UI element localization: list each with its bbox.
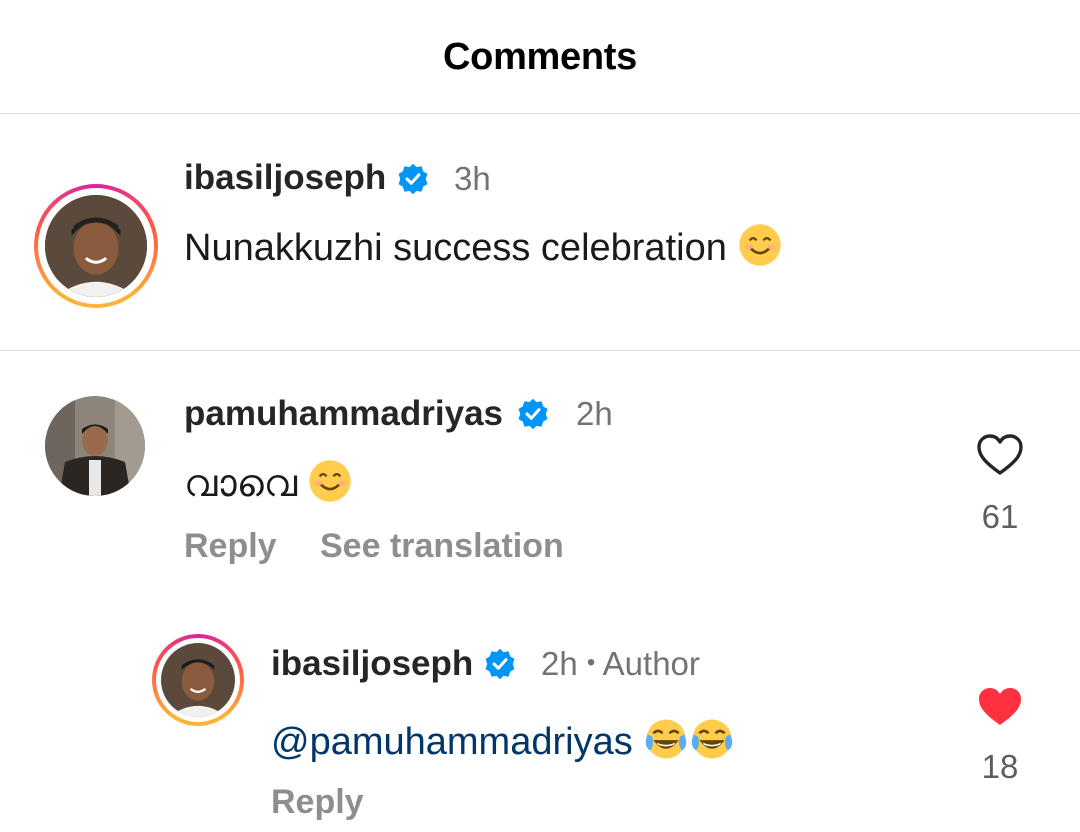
author-label: Author — [602, 645, 700, 682]
caption-username[interactable]: ibasiljoseph — [184, 158, 386, 198]
heart-filled-icon[interactable] — [976, 684, 1024, 728]
avatar — [161, 643, 235, 717]
comment-text: വാവെ — [184, 458, 353, 506]
reply-time: 2h — [541, 645, 578, 682]
face-with-tears-of-joy-emoji-icon — [645, 719, 686, 759]
caption-time: 3h — [454, 160, 491, 197]
heart-outline-icon[interactable] — [976, 432, 1024, 476]
story-ring-avatar[interactable] — [34, 184, 158, 308]
avatar — [45, 195, 147, 297]
reply-username[interactable]: ibasiljoseph — [271, 644, 473, 684]
like-count: 18 — [981, 748, 1019, 785]
see-translation-button[interactable]: See translation — [320, 527, 564, 566]
page-title: Comments — [443, 36, 637, 78]
reply-meta: 2h • Author — [541, 645, 700, 683]
divider — [0, 350, 1080, 351]
mention-link[interactable]: @pamuhammadriyas — [271, 721, 633, 763]
avatar[interactable] — [45, 396, 145, 496]
comment-username[interactable]: pamuhammadriyas — [184, 394, 503, 434]
comments-header: Comments — [0, 0, 1080, 114]
story-ring-avatar[interactable] — [152, 634, 244, 726]
smiling-face-emoji-icon — [309, 460, 351, 502]
reply-text: @pamuhammadriyas — [271, 716, 735, 764]
like-count: 61 — [981, 498, 1019, 535]
reply-button[interactable]: Reply — [184, 527, 277, 566]
comment-time: 2h — [576, 395, 613, 432]
verified-badge-icon — [518, 398, 548, 430]
comment-text-content: വാവെ — [184, 463, 298, 505]
caption-text: Nunakkuzhi success celebration — [184, 222, 783, 270]
caption-text-content: Nunakkuzhi success celebration — [184, 227, 727, 269]
smiling-face-emoji-icon — [739, 224, 781, 266]
face-with-tears-of-joy-emoji-icon — [691, 719, 732, 759]
reply-button[interactable]: Reply — [271, 783, 364, 822]
verified-badge-icon — [485, 648, 515, 680]
meta-separator: • — [586, 649, 596, 676]
verified-badge-icon — [398, 163, 428, 195]
